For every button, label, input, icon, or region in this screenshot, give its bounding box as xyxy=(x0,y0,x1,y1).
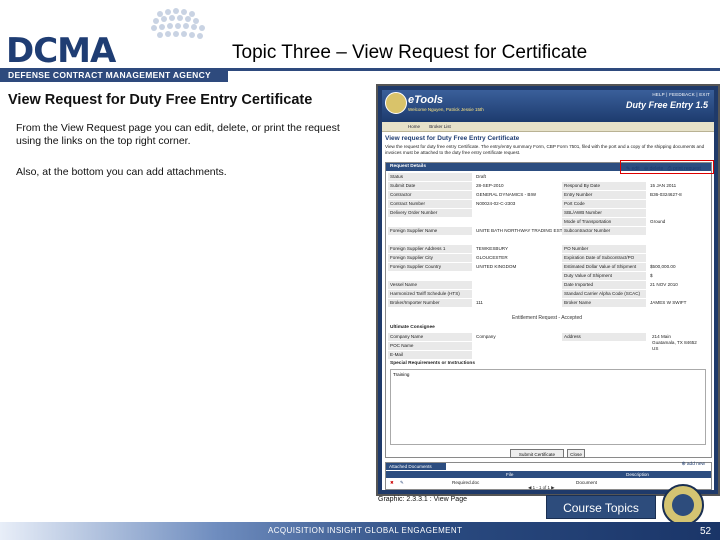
welcome-text: Welcome Nguyen, Patrick Jessie 15th xyxy=(408,107,484,112)
field-supplier-name: Foreign Supplier Name UNITE BATH NORTHWAY… xyxy=(388,227,563,235)
field-vessel-name: Vessel Name xyxy=(388,281,476,289)
field-port-code: Port Code xyxy=(562,200,650,208)
field-supplier-country: Foreign Supplier Country UNITED KINGDOM xyxy=(388,263,517,271)
entitlement-status: Entitlement Request - Accepted xyxy=(512,315,583,321)
app-top-links[interactable]: HELP | FEEDBACK | EXIT xyxy=(652,92,710,97)
request-description: View the request for duty free entry Cer… xyxy=(385,144,705,155)
app-seal-icon xyxy=(385,92,407,114)
module-name: Duty Free Entry 1.5 xyxy=(625,100,708,110)
col-file: File xyxy=(506,472,514,477)
field-hts: Harmonized Tariff Schedule (HTS) xyxy=(388,290,476,298)
col-description: Description xyxy=(626,472,649,477)
application-screenshot: eTools Welcome Nguyen, Patrick Jessie 15… xyxy=(376,84,720,496)
course-topics-button[interactable]: Course Topics xyxy=(546,495,656,519)
field-broker-name: Broker Name JAMES W SWIFT xyxy=(562,299,687,307)
field-address-value: 214 Main Guatamala, TX 84652 US xyxy=(652,334,697,351)
field-poc-name: POC Name xyxy=(388,342,476,350)
field-respond-by: Respond By Date 15 JAN 2011 xyxy=(562,182,677,190)
field-transport-mode: Mode of Transportation Ground xyxy=(562,218,666,226)
special-instructions-text[interactable]: Training xyxy=(390,369,706,445)
header-divider xyxy=(228,68,720,71)
attachments-tab: Attached Documents xyxy=(386,463,446,470)
graphic-caption: Graphic: 2.3.3.1 : View Page xyxy=(378,496,467,503)
app-name: eTools xyxy=(408,94,444,106)
dod-seal-icon xyxy=(662,484,704,526)
field-supplier-address: Foreign Supplier Address 1 TEWKESBURY xyxy=(388,245,509,253)
field-expiration: Expiration Date of Subcontract/PO xyxy=(562,254,650,262)
slide-title: Topic Three – View Request for Certifica… xyxy=(232,42,588,63)
field-sbl-awb: SBL/AWB Number xyxy=(562,209,650,217)
agency-name: DEFENSE CONTRACT MANAGEMENT AGENCY xyxy=(0,68,228,82)
section-heading: View Request for Duty Free Entry Certifi… xyxy=(8,92,313,108)
actions-highlight-box xyxy=(620,160,714,174)
field-scac: Standard Carrier Alpha Code (SCAC) xyxy=(562,290,650,298)
attachment-file[interactable]: Required.doc xyxy=(452,479,479,486)
attachment-pager[interactable]: ◀ 1 - 1 of 1 ▶ xyxy=(528,485,555,490)
field-po-number: PO Number xyxy=(562,245,650,253)
submit-certificate-button[interactable]: Submit Certificate xyxy=(510,449,564,458)
field-company-name: Company Name Company xyxy=(388,333,496,341)
field-estimated-value: Estimated Dollar Value of Shipment $500,0… xyxy=(562,263,676,271)
field-delivery-order: Delivery Order Number xyxy=(388,209,476,217)
add-icon[interactable]: ⊕ xyxy=(681,462,685,467)
page-number: 52 xyxy=(700,526,712,537)
attachment-desc: Document xyxy=(576,480,597,485)
field-date-imported: Date Imported 21 NOV 2010 xyxy=(562,281,678,289)
instruction-paragraph: From the View Request page you can edit,… xyxy=(16,122,340,147)
consignee-heading: Ultimate Consignee xyxy=(390,325,435,330)
field-contractor: Contractor GENERAL DYNAMICS - BIW xyxy=(388,191,537,199)
nav-home[interactable]: Home xyxy=(408,124,420,129)
request-page-title: View request for Duty Free Entry Certifi… xyxy=(385,135,520,142)
field-subcontractor: Subcontractor Number xyxy=(562,227,650,235)
add-new-link[interactable]: ⊕ add new xyxy=(681,462,705,467)
field-entry-number: Entry Number B36-0324627-8 xyxy=(562,191,682,199)
footer-tagline: ACQUISITION INSIGHT GLOBAL ENGAGEMENT xyxy=(268,526,463,535)
field-status: Status Draft xyxy=(388,173,486,181)
field-address-label: Address xyxy=(562,333,646,341)
close-button[interactable]: Close xyxy=(567,449,585,458)
request-details-panel: Request Details Status Draft Submit Date 2… xyxy=(385,162,712,458)
edit-attachment-icon[interactable]: ✎ xyxy=(400,479,404,486)
special-instructions-heading: Special Requirements or Instructions xyxy=(390,361,476,366)
field-duty-value: Duty Value of Shipment $ xyxy=(562,272,653,280)
field-submit-date: Submit Date 28-SEP-2010 xyxy=(388,182,504,190)
dcma-logo: DCMA xyxy=(6,31,116,71)
field-broker-number: Broker/Importer Number 111 xyxy=(388,299,483,307)
request-details-label: Request Details xyxy=(390,164,426,169)
field-email: E-Mail xyxy=(388,351,476,359)
attachments-header: File Description xyxy=(386,471,711,478)
attachment-paragraph: Also, at the bottom you can add attachme… xyxy=(16,166,227,178)
nav-broker-list[interactable]: Broker List xyxy=(429,124,451,129)
delete-attachment-icon[interactable]: ✖ xyxy=(390,479,394,486)
app-header: eTools Welcome Nguyen, Patrick Jessie 15… xyxy=(382,90,714,122)
app-nav: Home Broker List xyxy=(382,122,714,132)
field-supplier-city: Foreign Supplier City GLOUCESTER xyxy=(388,254,508,262)
field-contract-number: Contract Number N00024-02-C-2303 xyxy=(388,200,516,208)
